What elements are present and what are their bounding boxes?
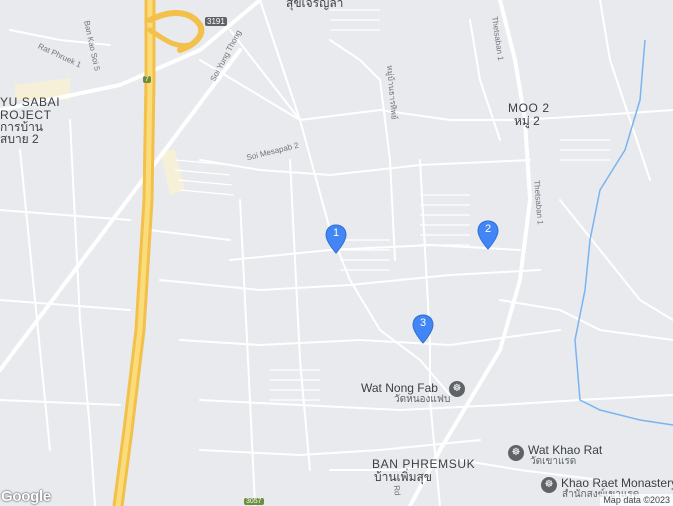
map-marker-1[interactable]: 1	[325, 224, 347, 254]
poi-label-wat-nong-fab-thai: วัดหนองแฟบ	[394, 394, 451, 405]
area-label-yusabai-1: YU SABAI	[0, 95, 61, 109]
stream	[574, 39, 673, 426]
marker-label: 1	[332, 227, 340, 239]
google-logo[interactable]: Google	[1, 488, 51, 505]
poi-label-wat-khao-rat[interactable]: Wat Khao Rat	[528, 444, 602, 456]
map-marker-3[interactable]: 3	[412, 314, 434, 344]
road-label-rd: Rd	[392, 484, 402, 496]
route-shield-3057: 3057	[244, 498, 264, 505]
expressway	[112, 0, 205, 506]
temple-icon[interactable]: ☸	[449, 381, 465, 397]
map-marker-2[interactable]: 2	[477, 220, 499, 250]
poi-label-wat-nong-fab[interactable]: Wat Nong Fab	[361, 382, 438, 394]
map-attribution[interactable]: Map data ©2023	[600, 494, 673, 506]
temple-icon[interactable]: ☸	[508, 445, 524, 461]
area-label-ban-phremsuk: BAN PHREMSUK	[372, 457, 476, 471]
temple-icon[interactable]: ☸	[541, 477, 557, 493]
map-canvas[interactable]: MOO 2 หมู่ 2 BAN PHREMSUK บ้านเพิ่มสุข Y…	[0, 0, 673, 506]
area-label-ban-phremsuk-thai: บ้านเพิ่มสุข	[374, 470, 433, 484]
marker-label: 2	[484, 223, 492, 235]
area-label-moo2: MOO 2	[508, 101, 550, 115]
marker-label: 3	[419, 317, 427, 329]
area-label-moo2-thai: หมู่ 2	[514, 114, 540, 128]
poi-label-khao-raet[interactable]: Khao Raet Monastery	[561, 477, 673, 489]
poi-label-wat-khao-rat-thai: วัดเขาแรด	[530, 456, 577, 467]
area-label-top-thai: สุขเจริญลา	[286, 0, 344, 10]
route-shield-7: 7	[143, 76, 151, 83]
area-label-yusabai-4: สบาย 2	[0, 132, 39, 146]
route-shield-3191: 3191	[205, 17, 227, 26]
